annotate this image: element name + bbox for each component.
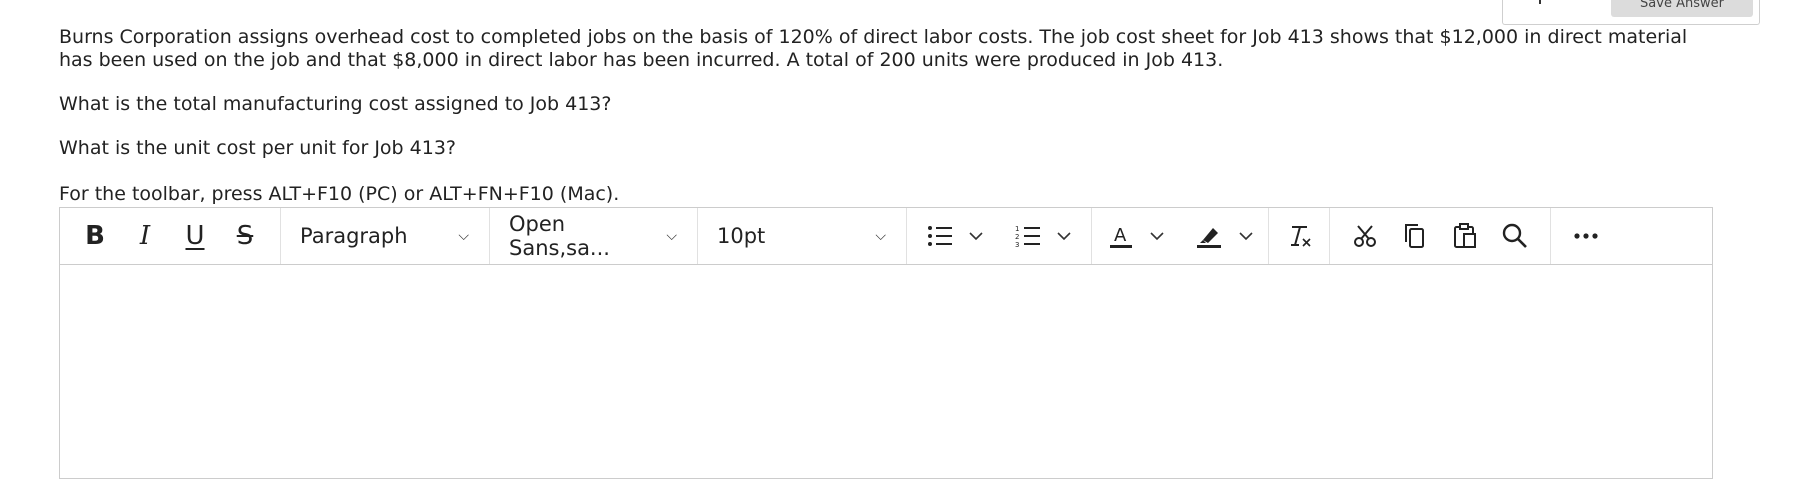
chevron-down-icon [969,232,983,241]
find-button[interactable] [1490,216,1540,256]
question-content: Burns Corporation assigns overhead cost … [59,26,1719,205]
numbered-list-icon: 1 2 3 [1015,225,1040,248]
clear-format-button[interactable] [1274,216,1324,256]
copy-button[interactable] [1390,216,1440,256]
svg-text:3: 3 [1015,241,1019,248]
bullet-list-icon [928,226,952,246]
color-group: A [1092,208,1269,264]
scissors-icon [1354,225,1376,247]
format-group: B I U S [60,208,281,264]
toolbar-hint: For the toolbar, press ALT+F10 (PC) or A… [59,183,620,205]
block-format-dropdown[interactable]: Paragraph ⌵ [281,216,489,256]
editor-toolbar: B I U S Paragraph ⌵ Open Sans,sa... ⌵ 10… [60,208,1712,265]
numbered-list-button[interactable]: 1 2 3 [999,216,1087,256]
chevron-down-icon [1239,232,1253,241]
text-color-button[interactable]: A [1092,216,1180,256]
chevron-down-icon: ⌵ [875,228,886,244]
editor-text-area[interactable] [60,265,1712,479]
search-icon [1502,223,1527,248]
cut-button[interactable] [1340,216,1390,256]
italic-button[interactable]: I [120,216,170,256]
question-part-1: What is the total manufacturing cost ass… [59,93,612,115]
bold-button[interactable]: B [70,216,120,256]
underline-button[interactable]: U [170,216,220,256]
font-family-group: Open Sans,sa... ⌵ [490,208,698,264]
highlight-icon [1197,228,1222,248]
bullet-list-button[interactable] [911,216,999,256]
chevron-down-icon: ⌵ [666,228,677,244]
clear-format-group [1269,208,1330,264]
more-icon [1574,233,1598,239]
more-button[interactable] [1561,216,1611,256]
chevron-down-icon [1057,232,1071,241]
save-answer-box: Save Answer [1502,0,1760,25]
block-format-group: Paragraph ⌵ [281,208,490,264]
highlight-button[interactable] [1180,216,1268,256]
question-part-2: What is the unit cost per unit for Job 4… [59,137,457,159]
font-family-value: Open Sans,sa... [509,212,610,260]
rich-text-editor: B I U S Paragraph ⌵ Open Sans,sa... ⌵ 10… [59,207,1713,479]
clipboard-icon [1454,223,1476,248]
svg-text:1: 1 [1015,225,1019,233]
strikethrough-button[interactable]: S [220,216,270,256]
svg-text:2: 2 [1015,233,1019,241]
text-color-icon: A [1110,225,1132,248]
copy-icon [1405,224,1424,248]
list-group: 1 2 3 [907,208,1092,264]
chevron-down-icon: ⌵ [458,228,469,244]
box-marker [1539,0,1541,4]
clipboard-group [1330,208,1551,264]
chevron-down-icon [1150,232,1164,241]
clear-format-icon [1291,226,1311,247]
svg-text:A: A [1114,225,1127,246]
font-size-group: 10pt ⌵ [698,208,907,264]
save-answer-button[interactable]: Save Answer [1611,0,1753,17]
font-family-dropdown[interactable]: Open Sans,sa... ⌵ [490,212,697,260]
more-group [1551,208,1621,264]
font-size-value: 10pt [717,224,766,248]
question-intro: Burns Corporation assigns overhead cost … [59,26,1688,71]
paste-button[interactable] [1440,216,1490,256]
font-size-dropdown[interactable]: 10pt ⌵ [698,216,906,256]
block-format-value: Paragraph [300,224,408,248]
